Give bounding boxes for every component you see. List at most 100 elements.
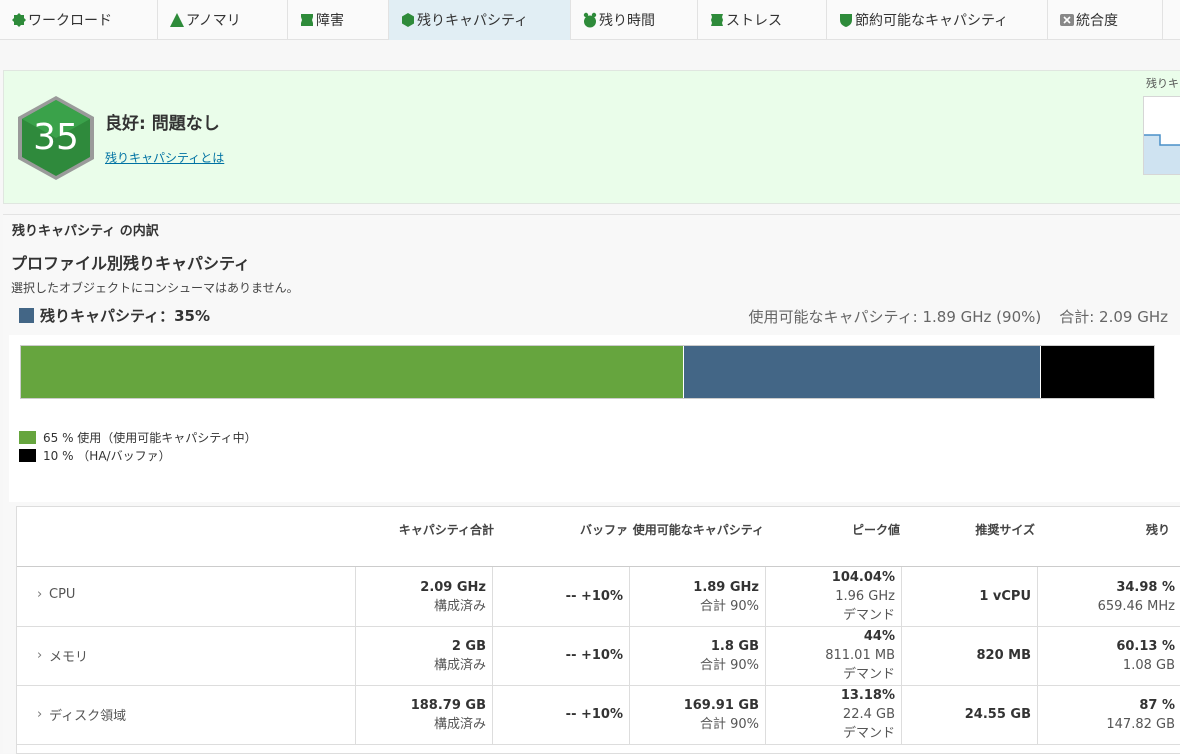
remaining-value: 60.13 % (1116, 638, 1175, 654)
buffer-value: -- +10% (565, 589, 623, 604)
row-expand-toggle[interactable]: › メモリ (37, 646, 88, 665)
tab-stress[interactable]: ストレス (698, 0, 827, 40)
tab-label: ワークロード (28, 13, 112, 29)
tab-workload[interactable]: ワークロード (0, 0, 158, 40)
total-value: 2.09 GHz (420, 579, 486, 595)
tab-label: 残り時間 (599, 13, 655, 29)
bar-segment[interactable] (1040, 346, 1154, 398)
usable-value: 1.8 GB (710, 638, 759, 654)
total-sub: 構成済み (433, 657, 486, 673)
peak-sub: 811.01 MB (825, 648, 895, 663)
tab-label: 統合度 (1076, 13, 1118, 29)
cell-usable: 1.89 GHz 合計 90% (629, 567, 765, 626)
profile-title: プロファイル別残りキャパシティ (11, 254, 251, 273)
score-badge: 35 (16, 95, 96, 181)
cell-recommended: 1 vCPU (901, 567, 1037, 626)
table-row[interactable]: › メモリ 2 GB 構成済み -- +10% 1.8 GB 合計 90% 44% 81… (17, 626, 1180, 686)
tab-anomaly[interactable]: アノマリ (158, 0, 288, 40)
cell-usable: 169.91 GB 合計 90% (629, 685, 765, 744)
row-name: CPU (49, 587, 76, 602)
cell-peak: 44% 811.01 MB デマンド (765, 626, 901, 685)
stress-icon (709, 12, 725, 28)
total-sub: 構成済み (433, 598, 486, 614)
peak-sub2: デマンド (842, 726, 895, 741)
header-peak: ピーク値 (851, 523, 900, 537)
header-usable: 使用可能なキャパシティ (632, 523, 764, 537)
tab-capacity-remaining[interactable]: 残りキャパシティ (389, 0, 571, 40)
cell-peak: 13.18% 22.4 GB デマンド (765, 685, 901, 744)
tab-label: アノマリ (186, 13, 241, 29)
remaining-capacity-label: 残りキャパシティ：35% (19, 306, 211, 325)
row-expand-toggle[interactable]: › ディスク領域 (37, 705, 126, 724)
legend-label: 10 % （HA/バッファ） (43, 448, 171, 463)
tab-bar: ワークロード アノマリ 障害 残りキャパシティ 残り時間 ストレス 節約可能なキ… (0, 0, 1180, 40)
usable-capacity-text: 使用可能なキャパシティ: 1.89 GHz (90%) (748, 308, 1042, 326)
score-value: 35 (33, 117, 79, 158)
header-buffer: バッファ (579, 523, 628, 537)
cell-recommended: 24.55 GB (901, 685, 1037, 744)
tab-time-remaining[interactable]: 残り時間 (571, 0, 698, 40)
cell-buffer: -- +10% (492, 685, 629, 744)
row-expand-toggle[interactable]: › CPU (37, 587, 75, 602)
status-title: 良好: 問題なし (105, 114, 220, 134)
remaining-swatch (19, 307, 34, 323)
chevron-right-icon: › (37, 648, 43, 663)
bar-segment[interactable] (683, 346, 1041, 398)
cell-total: 2.09 GHz 構成済み (355, 567, 492, 626)
workload-icon (11, 12, 27, 28)
peak-value: 104.04% (831, 570, 895, 585)
cell-peak: 104.04% 1.96 GHz デマンド (765, 567, 901, 626)
recommended-value: 1 vCPU (979, 589, 1031, 604)
usable-value: 1.89 GHz (693, 579, 759, 595)
usable-value: 169.91 GB (683, 697, 759, 713)
usable-sub: 合計 90% (699, 598, 759, 614)
remaining-value: 34.98 % (1116, 579, 1175, 595)
table-row[interactable]: › ディスク領域 188.79 GB 構成済み -- +10% 169.91 GB 合… (17, 685, 1180, 745)
cell-remaining: 87 % 147.82 GB (1037, 685, 1180, 744)
bar-segment[interactable] (21, 346, 684, 398)
mini-chart-label: 残りキ (1146, 77, 1179, 90)
mini-trend-chart[interactable] (1143, 96, 1180, 175)
header-remaining: 残り (1145, 523, 1170, 537)
tab-label: ストレス (726, 13, 782, 29)
reclaimable-icon (838, 12, 854, 28)
tab-density[interactable]: 統合度 (1048, 0, 1163, 40)
remaining-text: 残りキャパシティ：35% (40, 306, 211, 325)
capacity-remaining-icon (400, 12, 416, 28)
peak-value: 13.18% (840, 688, 895, 703)
tab-label: 残りキャパシティ (417, 13, 529, 29)
buffer-value: -- +10% (565, 648, 623, 663)
time-remaining-icon (582, 12, 598, 28)
legend-item: 65 % 使用（使用可能キャパシティ中） (19, 429, 257, 445)
tab-reclaimable[interactable]: 節約可能なキャパシティ (827, 0, 1048, 40)
tab-label: 節約可能なキャパシティ (855, 13, 1009, 29)
buffer-value: -- +10% (565, 707, 623, 722)
row-name: メモリ (49, 650, 89, 665)
legend-swatch (19, 430, 36, 444)
remaining-value: 87 % (1139, 697, 1175, 713)
fault-icon (299, 12, 315, 28)
capacity-table: キャパシティ合計 バッファ 使用可能なキャパシティ ピーク値 推奨サイズ 残り … (16, 506, 1180, 754)
usable-sub: 合計 90% (699, 657, 759, 673)
cell-usable: 1.8 GB 合計 90% (629, 626, 765, 685)
remaining-sub: 659.46 MHz (1097, 598, 1175, 614)
total-value: 188.79 GB (410, 697, 486, 713)
cell-remaining: 34.98 % 659.46 MHz (1037, 567, 1180, 626)
legend-label: 65 % 使用（使用可能キャパシティ中） (43, 430, 257, 445)
header-recommended: 推奨サイズ (975, 523, 1035, 537)
what-is-capacity-link[interactable]: 残りキャパシティとは (105, 149, 224, 166)
capacity-bar-panel: 65 % 使用（使用可能キャパシティ中） 10 % （HA/バッファ） (9, 335, 1180, 502)
tab-fault[interactable]: 障害 (288, 0, 389, 40)
cell-total: 2 GB 構成済み (355, 626, 492, 685)
table-row[interactable]: › CPU 2.09 GHz 構成済み -- +10% 1.89 GHz 合計 90%… (17, 567, 1180, 627)
total-capacity-text: 合計: 2.09 GHz (1059, 308, 1168, 326)
row-name: ディスク領域 (49, 709, 127, 724)
cell-total: 188.79 GB 構成済み (355, 685, 492, 744)
cell-recommended: 820 MB (901, 626, 1037, 685)
capacity-legend: 65 % 使用（使用可能キャパシティ中） 10 % （HA/バッファ） (19, 429, 257, 465)
header-total: キャパシティ合計 (398, 523, 494, 537)
status-card: 35 良好: 問題なし 残りキャパシティとは 残りキ (3, 70, 1180, 204)
total-sub: 構成済み (433, 716, 486, 732)
table-header: キャパシティ合計 バッファ 使用可能なキャパシティ ピーク値 推奨サイズ 残り (17, 507, 1180, 567)
chevron-right-icon: › (37, 707, 43, 722)
